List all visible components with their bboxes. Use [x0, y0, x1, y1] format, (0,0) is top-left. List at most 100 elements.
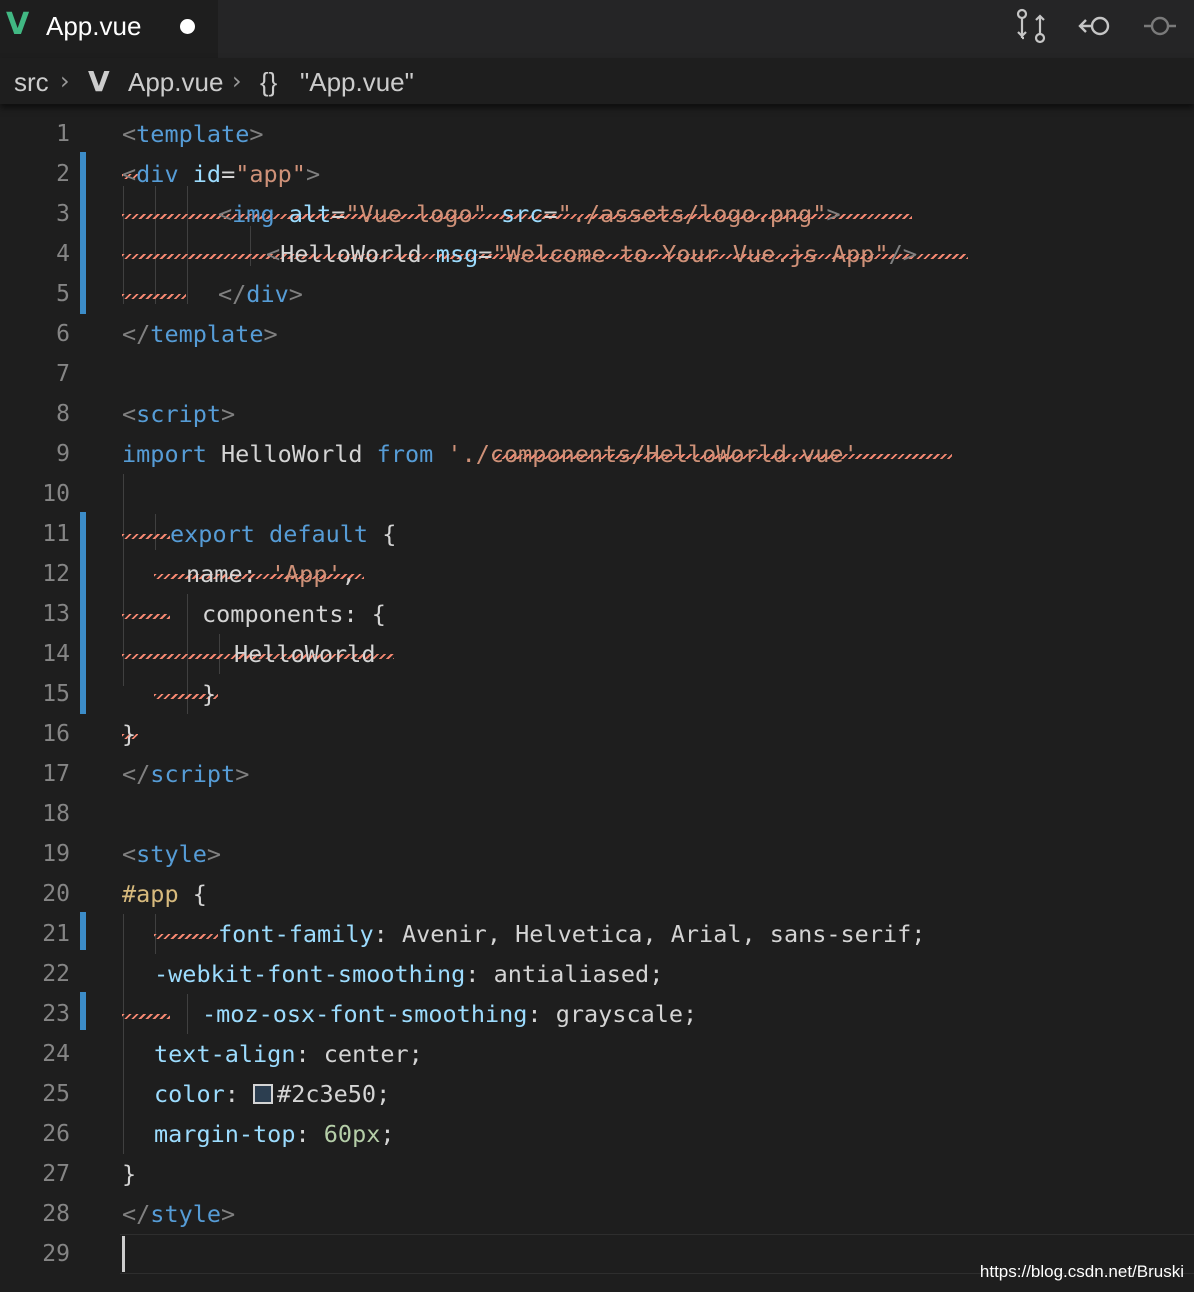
open-changes-icon[interactable]: [1014, 8, 1048, 44]
code-text: components: {: [202, 600, 386, 628]
breadcrumb: src › V App.vue › {} "App.vue": [0, 58, 1194, 104]
code-line[interactable]: 19 <style>: [0, 834, 1194, 874]
code-text: <div id="app">: [122, 160, 321, 188]
tab-app-vue[interactable]: V App.vue: [0, 0, 218, 58]
code-line[interactable]: 8 <script>: [0, 394, 1194, 434]
color-swatch-icon[interactable]: [253, 1084, 274, 1104]
code-text: <HelloWorld msg="Welcome to Your Vue.js …: [266, 240, 917, 268]
watermark: https://blog.csdn.net/Bruski: [979, 1262, 1184, 1281]
code-text: font-family: Avenir, Helvetica, Arial, s…: [218, 920, 926, 948]
code-line[interactable]: 12 name: 'App',: [0, 554, 1194, 594]
code-line[interactable]: 25 color: #2c3e50;: [0, 1074, 1194, 1114]
line-number: 2: [56, 161, 70, 187]
line-number: 16: [42, 721, 70, 747]
line-number: 14: [42, 641, 70, 667]
line-number: 12: [42, 561, 70, 587]
code-line[interactable]: 16 }: [0, 714, 1194, 754]
code-text: margin-top: 60px;: [154, 1120, 395, 1148]
line-number: 28: [42, 1201, 70, 1227]
code-text: color: #2c3e50;: [154, 1080, 391, 1108]
code-text: -webkit-font-smoothing: antialiased;: [154, 960, 664, 988]
line-number: 25: [42, 1081, 70, 1107]
code-line[interactable]: 10: [0, 474, 1194, 514]
code-line[interactable]: 2 <div id="app">: [0, 154, 1194, 194]
code-text: </script>: [122, 760, 250, 788]
line-number: 23: [42, 1001, 70, 1027]
code-text: -moz-osx-font-smoothing: grayscale;: [202, 1000, 698, 1028]
line-number: 13: [42, 601, 70, 627]
line-number: 26: [42, 1121, 70, 1147]
code-line[interactable]: 26 margin-top: 60px;: [0, 1114, 1194, 1154]
code-line[interactable]: 18: [0, 794, 1194, 834]
vue-logo-icon: V: [88, 65, 110, 98]
code-text: <template>: [122, 120, 264, 148]
line-number: 20: [42, 881, 70, 907]
code-text: HelloWorld: [234, 640, 376, 668]
line-number: 4: [56, 241, 70, 267]
line-number: 24: [42, 1041, 70, 1067]
code-line[interactable]: 7: [0, 354, 1194, 394]
line-number: 15: [42, 681, 70, 707]
code-line[interactable]: 9 import HelloWorld from './components/H…: [0, 434, 1194, 474]
code-line[interactable]: 20 #app {: [0, 874, 1194, 914]
code-line[interactable]: 28 </style>: [0, 1194, 1194, 1234]
code-editor[interactable]: 1 <template> 2 <div id="app"> 3 <img alt…: [0, 104, 1194, 1292]
line-number: 3: [56, 201, 70, 227]
code-text: name: 'App',: [186, 560, 356, 588]
code-line[interactable]: 15 }: [0, 674, 1194, 714]
braces-icon: {}: [260, 67, 278, 97]
breadcrumb-folder[interactable]: src: [14, 66, 49, 98]
text-cursor: [122, 1236, 125, 1272]
code-text: text-align: center;: [154, 1040, 423, 1068]
unsaved-dot-icon[interactable]: [180, 19, 195, 34]
code-text: <style>: [122, 840, 222, 868]
code-line[interactable]: 4 <HelloWorld msg="Welcome to Your Vue.j…: [0, 234, 1194, 274]
line-number: 7: [56, 361, 70, 387]
code-line[interactable]: 23 -moz-osx-font-smoothing: grayscale;: [0, 994, 1194, 1034]
tab-bar: V App.vue: [0, 0, 1194, 58]
chevron-right-icon: ›: [60, 67, 70, 95]
line-number: 8: [56, 401, 70, 427]
go-back-icon[interactable]: [1078, 8, 1114, 44]
code-text: </div>: [218, 280, 303, 308]
code-line[interactable]: 6 </template>: [0, 314, 1194, 354]
code-line[interactable]: 5 </div>: [0, 274, 1194, 314]
chevron-right-icon: ›: [232, 67, 242, 95]
line-number: 18: [42, 801, 70, 827]
line-number: 11: [42, 521, 70, 547]
code-text: #app {: [122, 880, 207, 908]
go-forward-icon[interactable]: [1142, 8, 1178, 44]
code-text: </style>: [122, 1200, 236, 1228]
code-text: <img alt="Vue logo" src="./assets/logo.p…: [218, 200, 841, 228]
tab-label: App.vue: [46, 11, 142, 41]
breadcrumb-file[interactable]: App.vue: [128, 66, 223, 98]
code-text: }: [122, 1160, 137, 1188]
code-line[interactable]: 17 </script>: [0, 754, 1194, 794]
line-number: 19: [42, 841, 70, 867]
line-number: 22: [42, 961, 70, 987]
line-number: 5: [56, 281, 70, 307]
code-text: </template>: [122, 320, 278, 348]
line-number: 1: [56, 121, 70, 147]
code-line[interactable]: 3 <img alt="Vue logo" src="./assets/logo…: [0, 194, 1194, 234]
code-line[interactable]: 14 HelloWorld: [0, 634, 1194, 674]
line-number: 17: [42, 761, 70, 787]
line-number: 21: [42, 921, 70, 947]
line-number: 9: [56, 441, 70, 467]
line-number: 29: [42, 1241, 70, 1267]
breadcrumb-symbol[interactable]: "App.vue": [300, 66, 414, 98]
code-text: <script>: [122, 400, 236, 428]
code-line[interactable]: 24 text-align: center;: [0, 1034, 1194, 1074]
code-text: export default {: [170, 520, 397, 548]
code-line[interactable]: 11 export default {: [0, 514, 1194, 554]
code-text: }: [122, 720, 137, 748]
code-line[interactable]: 1 <template>: [0, 114, 1194, 154]
code-line[interactable]: 13 components: {: [0, 594, 1194, 634]
code-line[interactable]: 27 }: [0, 1154, 1194, 1194]
code-text: }: [202, 680, 217, 708]
code-text: import HelloWorld from './components/Hel…: [122, 440, 858, 468]
line-number: 6: [56, 321, 70, 347]
code-line[interactable]: 21 font-family: Avenir, Helvetica, Arial…: [0, 914, 1194, 954]
code-line[interactable]: 22 -webkit-font-smoothing: antialiased;: [0, 954, 1194, 994]
vue-logo-icon: V: [6, 7, 30, 42]
